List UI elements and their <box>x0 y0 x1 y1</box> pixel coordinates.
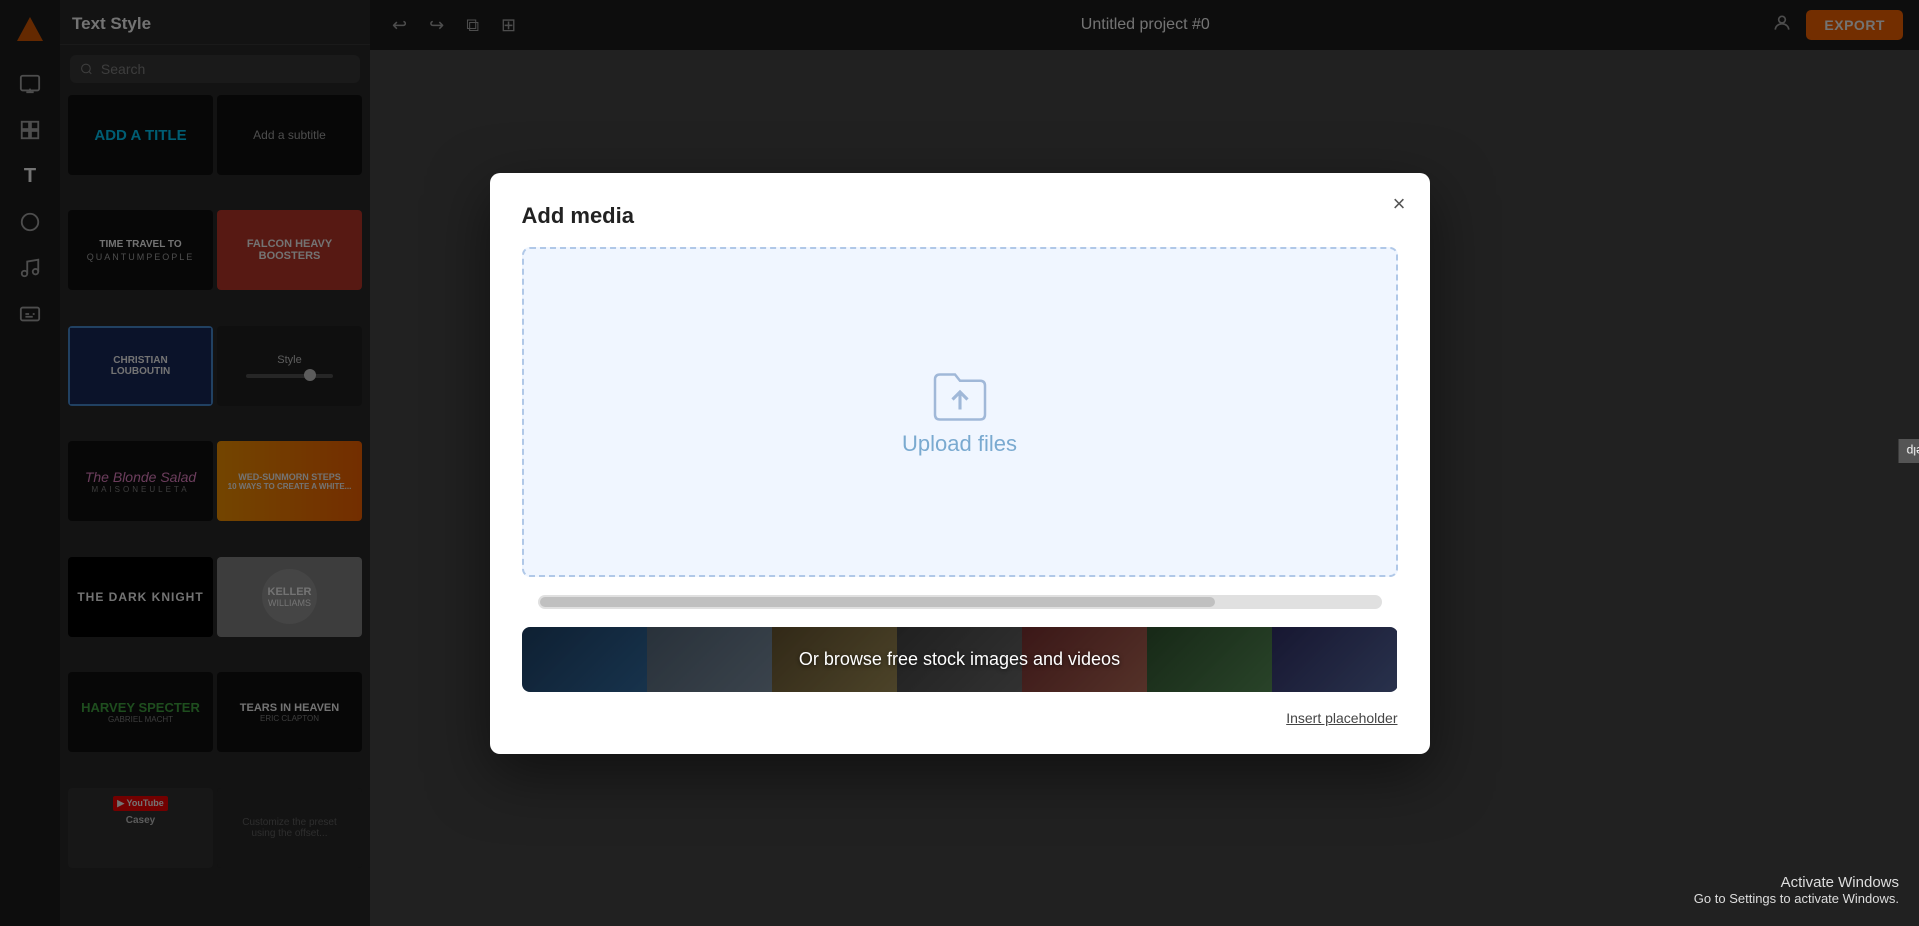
modal-title: Add media <box>522 203 1398 229</box>
browse-strip[interactable]: Or browse free stock images and videos <box>522 627 1398 692</box>
help-tab-label: Help <box>1907 444 1919 458</box>
add-media-modal: Add media × Upload files <box>490 173 1430 754</box>
help-tab[interactable]: Help <box>1899 439 1919 463</box>
upload-text: Upload files <box>902 431 1017 457</box>
upload-folder-icon <box>930 367 990 417</box>
strip-img-2 <box>647 627 772 692</box>
strip-img-6 <box>1147 627 1272 692</box>
strip-img-1 <box>522 627 647 692</box>
modal-footer: Insert placeholder <box>522 710 1398 726</box>
insert-placeholder-button[interactable]: Insert placeholder <box>1286 710 1397 726</box>
strip-img-7 <box>1272 627 1397 692</box>
upload-area[interactable]: Upload files <box>522 247 1398 577</box>
scroll-thumb <box>540 597 1215 607</box>
modal-overlay[interactable]: Add media × Upload files <box>0 0 1919 926</box>
scroll-track[interactable] <box>538 595 1382 609</box>
browse-strip-label: Or browse free stock images and videos <box>779 649 1140 670</box>
modal-close-button[interactable]: × <box>1393 193 1406 215</box>
